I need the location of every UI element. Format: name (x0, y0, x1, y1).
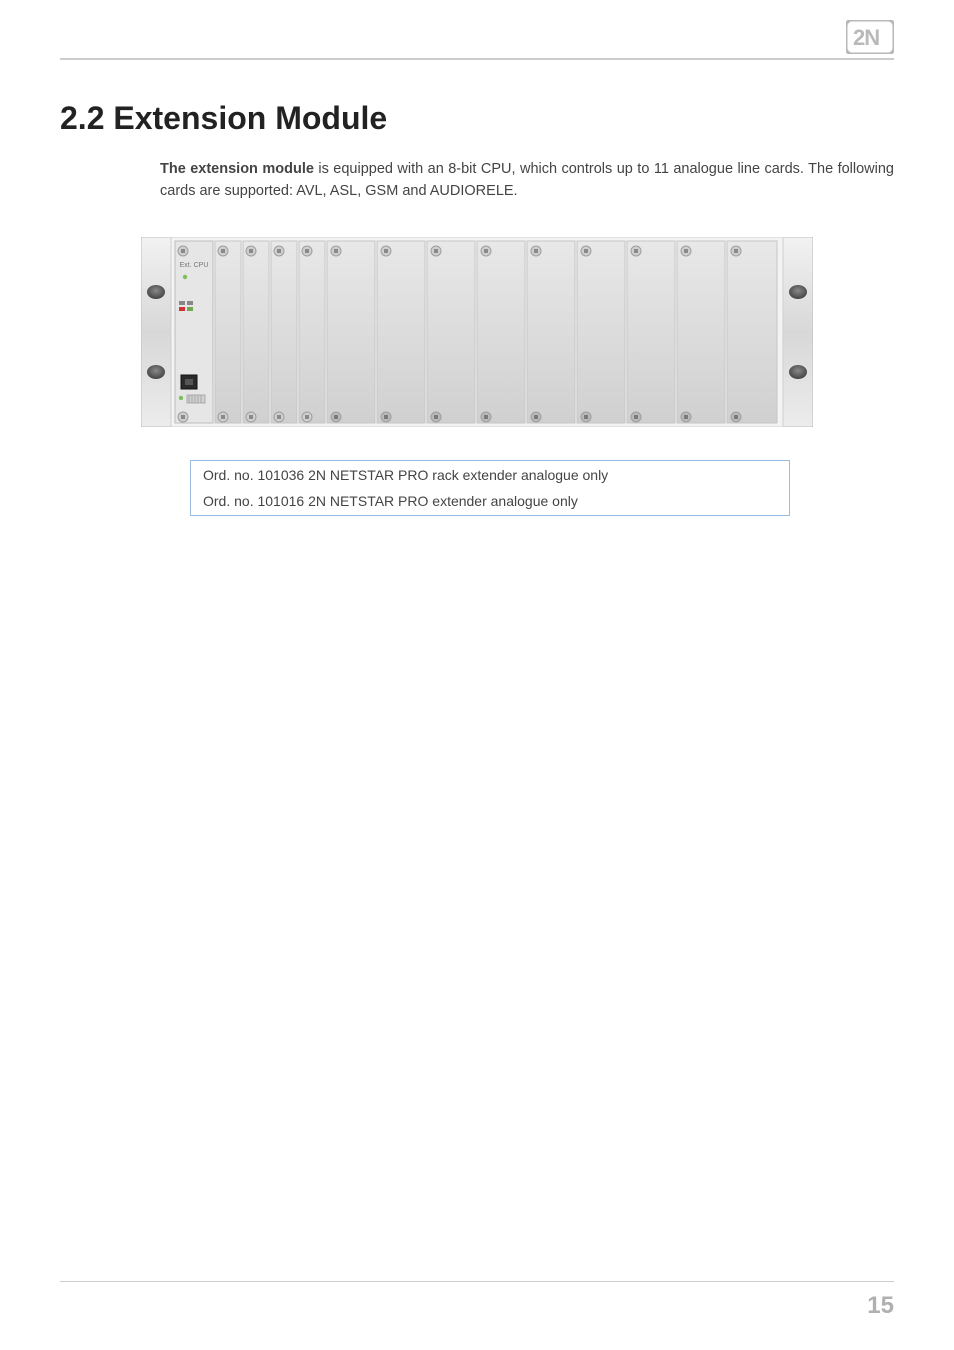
content-area: 2.2 Extension Module The extension modul… (60, 100, 894, 516)
svg-text:Ext. CPU: Ext. CPU (180, 262, 209, 269)
page-number: 15 (867, 1292, 894, 1320)
footer-divider (60, 1281, 894, 1282)
section-title: 2.2 Extension Module (60, 100, 894, 137)
header-divider (60, 58, 894, 60)
module-diagram: Ext. CPU (141, 237, 813, 432)
intro-paragraph: The extension module is equipped with an… (160, 159, 894, 203)
wide-slots (327, 241, 777, 423)
2n-logo-icon: 2N (846, 20, 894, 54)
cpu-slot: Ext. CPU (175, 241, 213, 423)
intro-strong: The extension module (160, 161, 318, 177)
svg-text:2N: 2N (853, 25, 879, 50)
order-numbers-table: Ord. no. 101036 2N NETSTAR PRO rack exte… (190, 460, 790, 516)
table-row: Ord. no. 101016 2N NETSTAR PRO extender … (193, 489, 787, 513)
order-cell: Ord. no. 101036 2N NETSTAR PRO rack exte… (193, 463, 787, 487)
brand-logo: 2N (846, 20, 894, 54)
page: 2N 2.2 Extension Module The extension mo… (0, 0, 954, 1350)
module-diagram-svg: Ext. CPU (141, 237, 813, 427)
table-row: Ord. no. 101036 2N NETSTAR PRO rack exte… (193, 463, 787, 487)
order-cell: Ord. no. 101016 2N NETSTAR PRO extender … (193, 489, 787, 513)
